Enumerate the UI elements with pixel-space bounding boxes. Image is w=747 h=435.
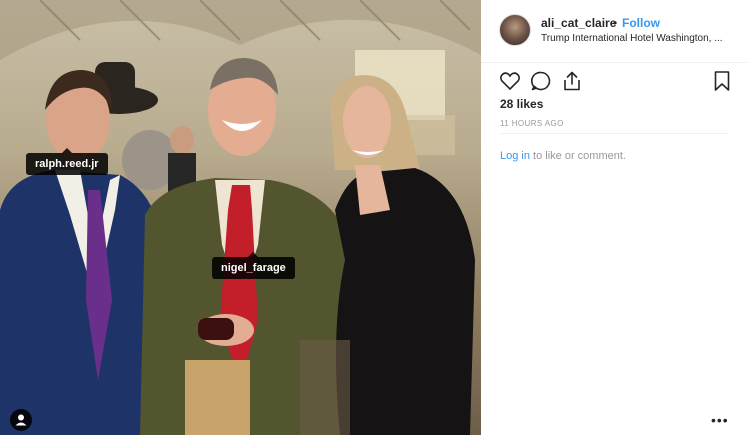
photo-scene <box>0 0 481 435</box>
login-prompt: Log in to like or comment. <box>500 150 626 162</box>
avatar[interactable] <box>499 14 531 46</box>
user-tags-icon[interactable] <box>10 409 32 431</box>
username-link[interactable]: ali_cat_claire <box>541 16 616 30</box>
login-link[interactable]: Log in <box>500 150 530 162</box>
heart-icon[interactable] <box>499 70 521 92</box>
post-header: ali_cat_claire • Follow Trump Internatio… <box>481 0 747 63</box>
tag-nigel-farage[interactable]: nigel_farage <box>212 252 295 279</box>
share-icon[interactable] <box>561 70 583 92</box>
post-timestamp: 11 HOURS AGO <box>500 119 564 128</box>
login-suffix: to like or comment. <box>529 150 626 162</box>
tag-label: nigel_farage <box>221 262 286 274</box>
action-bar <box>481 62 747 102</box>
instagram-post: ralph.reed.jr nigel_farage ali_cat_clair… <box>0 0 747 435</box>
comment-icon[interactable] <box>530 70 552 92</box>
follow-button[interactable]: Follow <box>622 16 660 30</box>
tag-ralph-reed-jr[interactable]: ralph.reed.jr <box>26 148 108 175</box>
post-sidebar: ali_cat_claire • Follow Trump Internatio… <box>481 0 747 435</box>
tag-label: ralph.reed.jr <box>35 158 99 170</box>
more-options-icon[interactable]: ••• <box>711 412 729 428</box>
separator-dot: • <box>613 16 618 30</box>
location-link[interactable]: Trump International Hotel Washington, ..… <box>541 33 733 44</box>
likes-count[interactable]: 28 likes <box>500 97 543 111</box>
post-photo[interactable]: ralph.reed.jr nigel_farage <box>0 0 481 435</box>
bookmark-icon[interactable] <box>711 70 733 92</box>
divider <box>500 133 729 134</box>
person-icon <box>15 414 27 426</box>
